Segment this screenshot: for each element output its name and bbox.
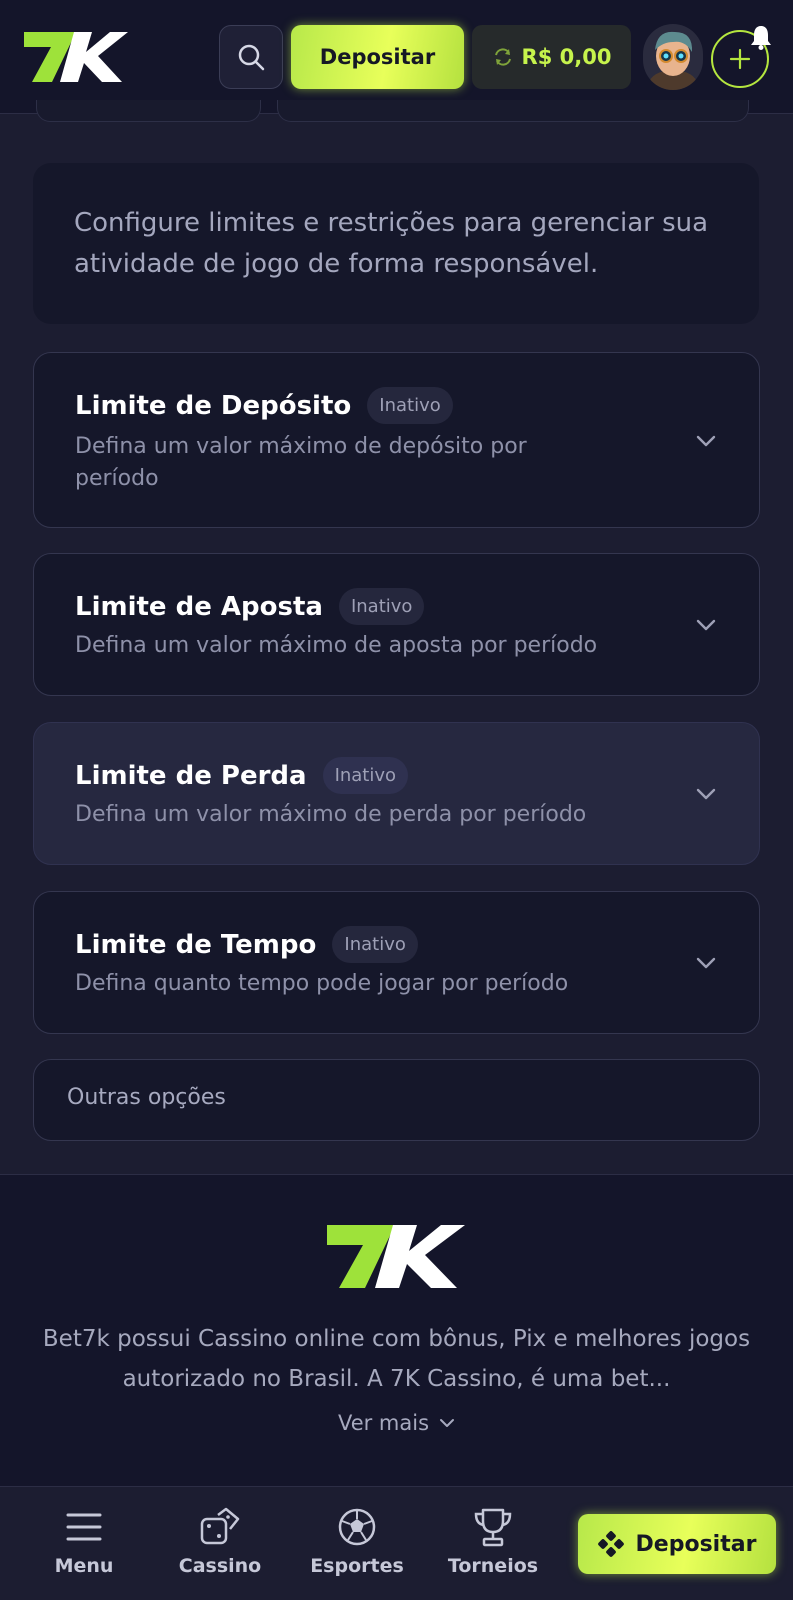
clover-icon — [597, 1531, 624, 1557]
nav-item-sports[interactable]: Esportes — [297, 1487, 417, 1600]
search-icon — [238, 44, 265, 71]
refresh-icon — [494, 48, 511, 66]
limit-title-row: Limite de Perda Inativo — [75, 757, 409, 794]
nav-item-tournaments[interactable]: Torneios — [433, 1487, 553, 1600]
limit-title: Limite de Aposta — [75, 591, 323, 622]
limit-title-row: Limite de Depósito Inativo — [75, 387, 453, 424]
balance-display[interactable]: R$ 0,00 — [472, 25, 631, 89]
plus-icon — [729, 48, 751, 70]
limit-title-row: Limite de Tempo Inativo — [75, 926, 418, 963]
limit-description: Defina um valor máximo de perda por perí… — [75, 802, 587, 827]
limit-description: Defina quanto tempo pode jogar por perío… — [75, 971, 569, 996]
nav-label: Esportes — [310, 1555, 404, 1577]
other-options-card[interactable]: Outras opções — [33, 1059, 760, 1141]
trophy-icon — [474, 1508, 512, 1547]
nav-item-casino[interactable]: Cassino — [160, 1487, 280, 1600]
partial-card-left — [36, 100, 261, 122]
deposit-button-label: Depositar — [319, 45, 436, 69]
see-more-label: Ver mais — [337, 1411, 430, 1435]
logo[interactable] — [22, 30, 128, 84]
footer-description: Bet7k possui Cassino online com bônus, P… — [42, 1326, 751, 1392]
search-button[interactable] — [219, 25, 283, 89]
footer: Bet7k possui Cassino online com bônus, P… — [0, 1174, 793, 1486]
status-badge: Inativo — [338, 588, 425, 625]
nav-label: Torneios — [447, 1555, 539, 1577]
limit-card-time[interactable]: Limite de Tempo Inativo Defina quanto te… — [33, 891, 760, 1034]
chevron-down-icon[interactable] — [695, 787, 717, 801]
status-badge: Inativo — [332, 926, 418, 963]
partial-card-right — [277, 100, 749, 122]
bottom-deposit-button[interactable]: Depositar — [578, 1514, 776, 1574]
menu-icon — [66, 1513, 102, 1541]
bottom-deposit-label: Depositar — [635, 1531, 757, 1557]
dice-icon — [200, 1507, 240, 1545]
chevron-down-icon[interactable] — [695, 434, 717, 448]
limit-description: Defina um valor máximo de aposta por per… — [75, 633, 598, 658]
limit-title: Limite de Depósito — [75, 390, 352, 421]
balance-value: R$ 0,00 — [521, 45, 612, 69]
bell-icon[interactable] — [750, 24, 772, 50]
top-header: Depositar R$ 0,00 — [0, 0, 793, 114]
nav-label: Menu — [54, 1555, 114, 1577]
limit-title: Limite de Perda — [75, 760, 307, 791]
other-options-label: Outras opções — [67, 1085, 226, 1110]
footer-logo — [327, 1225, 465, 1288]
limit-title-row: Limite de Aposta Inativo — [75, 588, 425, 625]
nav-item-menu[interactable]: Menu — [24, 1487, 144, 1600]
chevron-down-icon[interactable] — [695, 618, 717, 632]
limit-card-loss[interactable]: Limite de Perda Inativo Defina um valor … — [33, 722, 760, 865]
soccer-ball-icon — [338, 1508, 376, 1546]
limit-card-bet[interactable]: Limite de Aposta Inativo Defina um valor… — [33, 553, 760, 696]
intro-text: Configure limites e restrições para gere… — [74, 208, 709, 279]
see-more-link[interactable]: Ver mais — [0, 1411, 793, 1435]
limit-title: Limite de Tempo — [75, 929, 317, 960]
status-badge: Inativo — [367, 387, 453, 424]
chevron-down-icon[interactable] — [695, 956, 717, 970]
chevron-down-icon — [440, 1419, 455, 1427]
status-badge: Inativo — [322, 757, 409, 794]
nav-label: Cassino — [178, 1555, 262, 1577]
limit-card-deposit[interactable]: Limite de Depósito Inativo Defina um val… — [33, 352, 760, 528]
limit-description: Defina um valor máximo de depósito por p… — [75, 434, 527, 491]
avatar[interactable] — [643, 24, 703, 90]
deposit-button[interactable]: Depositar — [291, 25, 464, 89]
intro-card: Configure limites e restrições para gere… — [33, 163, 759, 324]
